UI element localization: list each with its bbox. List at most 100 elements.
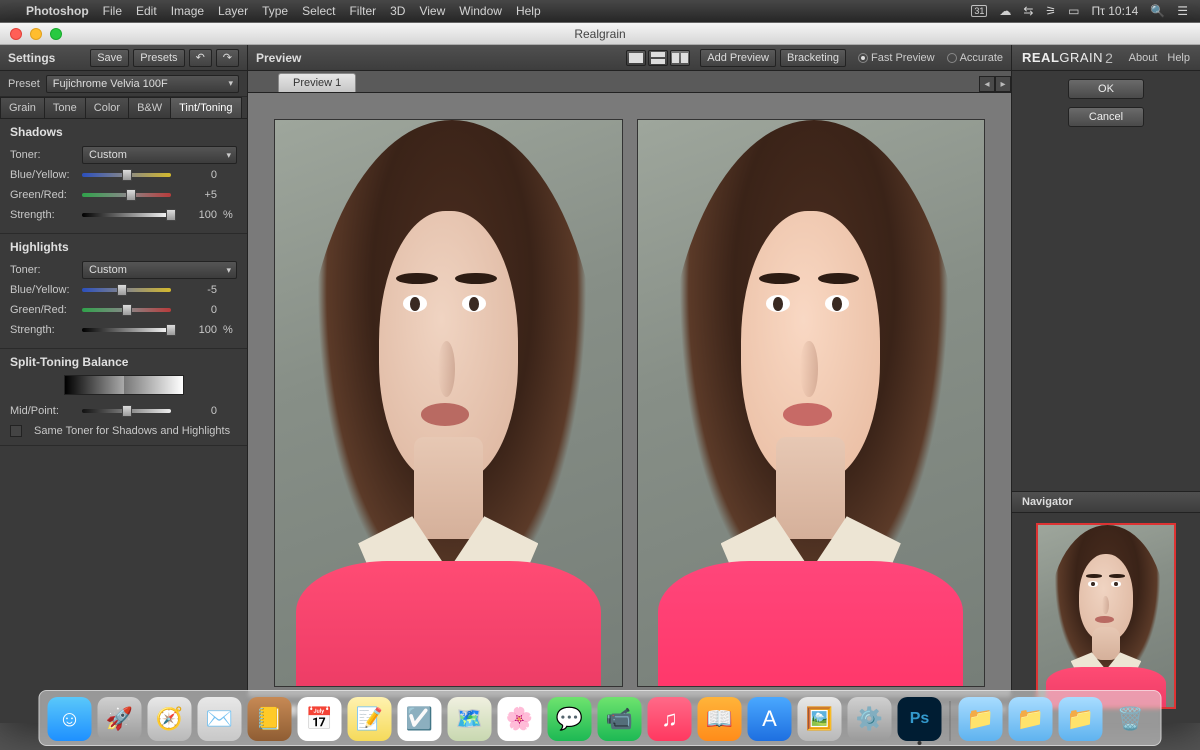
- dock-folder3[interactable]: 📁: [1059, 697, 1103, 741]
- highlights-toner-dropdown[interactable]: Custom: [82, 261, 237, 279]
- shadows-by-label: Blue/Yellow:: [10, 169, 76, 181]
- dock-settings[interactable]: ⚙️: [848, 697, 892, 741]
- about-link[interactable]: About: [1129, 52, 1158, 64]
- hl-gr-value: 0: [177, 304, 217, 316]
- tab-tint-toning[interactable]: Tint/Toning: [170, 97, 241, 118]
- tab-tone[interactable]: Tone: [44, 97, 86, 118]
- redo-button[interactable]: ↷: [216, 49, 239, 67]
- presets-button[interactable]: Presets: [133, 49, 184, 67]
- cancel-button[interactable]: Cancel: [1068, 107, 1144, 127]
- settings-panel: Settings Save Presets ↶ ↷ Preset Fujichr…: [0, 45, 248, 723]
- accurate-radio[interactable]: [947, 53, 957, 63]
- bracketing-button[interactable]: Bracketing: [780, 49, 846, 67]
- dock-appstore[interactable]: A: [748, 697, 792, 741]
- status-spotlight-icon[interactable]: 🔍: [1150, 4, 1165, 18]
- dock-ibooks[interactable]: 📖: [698, 697, 742, 741]
- menu-image[interactable]: Image: [171, 4, 204, 18]
- titlebar[interactable]: Realgrain: [0, 23, 1200, 45]
- dock-finder[interactable]: ☺: [48, 697, 92, 741]
- midpoint-slider[interactable]: [82, 409, 171, 413]
- shadows-gr-slider[interactable]: [82, 193, 171, 197]
- status-notifications-icon[interactable]: ☰: [1177, 4, 1188, 18]
- status-calendar-icon[interactable]: 31: [971, 5, 987, 17]
- dock-trash[interactable]: 🗑️: [1109, 697, 1153, 741]
- dock-launchpad[interactable]: 🚀: [98, 697, 142, 741]
- menu-view[interactable]: View: [419, 4, 445, 18]
- hl-str-value: 100: [177, 324, 217, 336]
- status-sync-icon[interactable]: ⇆: [1023, 4, 1033, 18]
- navigator-heading: Navigator: [1012, 491, 1200, 513]
- menu-file[interactable]: File: [103, 4, 122, 18]
- menu-window[interactable]: Window: [459, 4, 502, 18]
- dock-itunes[interactable]: ♫: [648, 697, 692, 741]
- preview-viewport[interactable]: [248, 93, 1011, 697]
- shadows-toner-label: Toner:: [10, 149, 76, 161]
- shadows-heading: Shadows: [10, 125, 237, 139]
- window-title: Realgrain: [0, 27, 1200, 41]
- shadows-gr-value: +5: [177, 189, 217, 201]
- status-battery-icon[interactable]: ▭: [1068, 4, 1079, 18]
- dock-notes[interactable]: 📝: [348, 697, 392, 741]
- menu-select[interactable]: Select: [302, 4, 335, 18]
- midpoint-value: 0: [177, 405, 217, 417]
- shadows-by-slider[interactable]: [82, 173, 171, 177]
- settings-tabs: Grain Tone Color B&W Tint/Toning: [0, 97, 247, 119]
- preset-label: Preset: [8, 78, 40, 90]
- navigator-thumbnail[interactable]: [1036, 523, 1176, 709]
- view-single-icon[interactable]: [626, 50, 646, 66]
- hl-by-slider[interactable]: [82, 288, 171, 292]
- accurate-label: Accurate: [960, 52, 1003, 64]
- shadows-toner-dropdown[interactable]: Custom: [82, 146, 237, 164]
- preset-dropdown[interactable]: Fujichrome Velvia 100F: [46, 75, 239, 93]
- ok-button[interactable]: OK: [1068, 79, 1144, 99]
- fast-preview-radio[interactable]: [858, 53, 868, 63]
- tab-bw[interactable]: B&W: [128, 97, 171, 118]
- add-preview-button[interactable]: Add Preview: [700, 49, 776, 67]
- menu-3d[interactable]: 3D: [390, 4, 405, 18]
- dock-messages[interactable]: 💬: [548, 697, 592, 741]
- menu-help[interactable]: Help: [516, 4, 541, 18]
- preview-tabs: Preview 1 ◂ ▸: [248, 71, 1011, 93]
- view-stack-icon[interactable]: [648, 50, 668, 66]
- save-button[interactable]: Save: [90, 49, 129, 67]
- tab-color[interactable]: Color: [85, 97, 129, 118]
- dock-photos[interactable]: 🌸: [498, 697, 542, 741]
- dock-preview[interactable]: 🖼️: [798, 697, 842, 741]
- dock-reminders[interactable]: ☑️: [398, 697, 442, 741]
- tab-scroll-left-icon[interactable]: ◂: [979, 76, 995, 92]
- shadows-str-slider[interactable]: [82, 213, 171, 217]
- menu-layer[interactable]: Layer: [218, 4, 248, 18]
- help-link[interactable]: Help: [1167, 52, 1190, 64]
- same-toner-checkbox[interactable]: [10, 425, 22, 437]
- dock-photoshop[interactable]: Ps: [898, 697, 942, 741]
- dock-mail[interactable]: ✉️: [198, 697, 242, 741]
- dock-facetime[interactable]: 📹: [598, 697, 642, 741]
- hl-str-label: Strength:: [10, 324, 76, 336]
- view-side-icon[interactable]: [670, 50, 690, 66]
- dock-contacts[interactable]: 📒: [248, 697, 292, 741]
- plugin-window: Realgrain Settings Save Presets ↶ ↷ Pres…: [0, 22, 1200, 722]
- status-wifi-icon[interactable]: ⚞: [1045, 4, 1056, 18]
- menu-type[interactable]: Type: [262, 4, 288, 18]
- midpoint-label: Mid/Point:: [10, 405, 76, 417]
- hl-gr-slider[interactable]: [82, 308, 171, 312]
- fast-preview-label: Fast Preview: [871, 52, 935, 64]
- dock-maps[interactable]: 🗺️: [448, 697, 492, 741]
- hl-str-slider[interactable]: [82, 328, 171, 332]
- dock-calendar[interactable]: 📅: [298, 697, 342, 741]
- preview-tab-1[interactable]: Preview 1: [278, 73, 356, 92]
- app-name[interactable]: Photoshop: [26, 4, 89, 18]
- status-cloud-icon[interactable]: ☁︎: [999, 4, 1011, 18]
- tab-scroll-right-icon[interactable]: ▸: [995, 76, 1011, 92]
- highlights-heading: Highlights: [10, 240, 237, 254]
- dock-safari[interactable]: 🧭: [148, 697, 192, 741]
- status-clock[interactable]: Πτ 10:14: [1092, 4, 1139, 18]
- menu-edit[interactable]: Edit: [136, 4, 157, 18]
- dock-folder1[interactable]: 📁: [959, 697, 1003, 741]
- tab-grain[interactable]: Grain: [0, 97, 45, 118]
- macos-menubar: Photoshop File Edit Image Layer Type Sel…: [0, 0, 1200, 22]
- dock-folder2[interactable]: 📁: [1009, 697, 1053, 741]
- undo-button[interactable]: ↶: [189, 49, 212, 67]
- shadows-by-value: 0: [177, 169, 217, 181]
- menu-filter[interactable]: Filter: [349, 4, 376, 18]
